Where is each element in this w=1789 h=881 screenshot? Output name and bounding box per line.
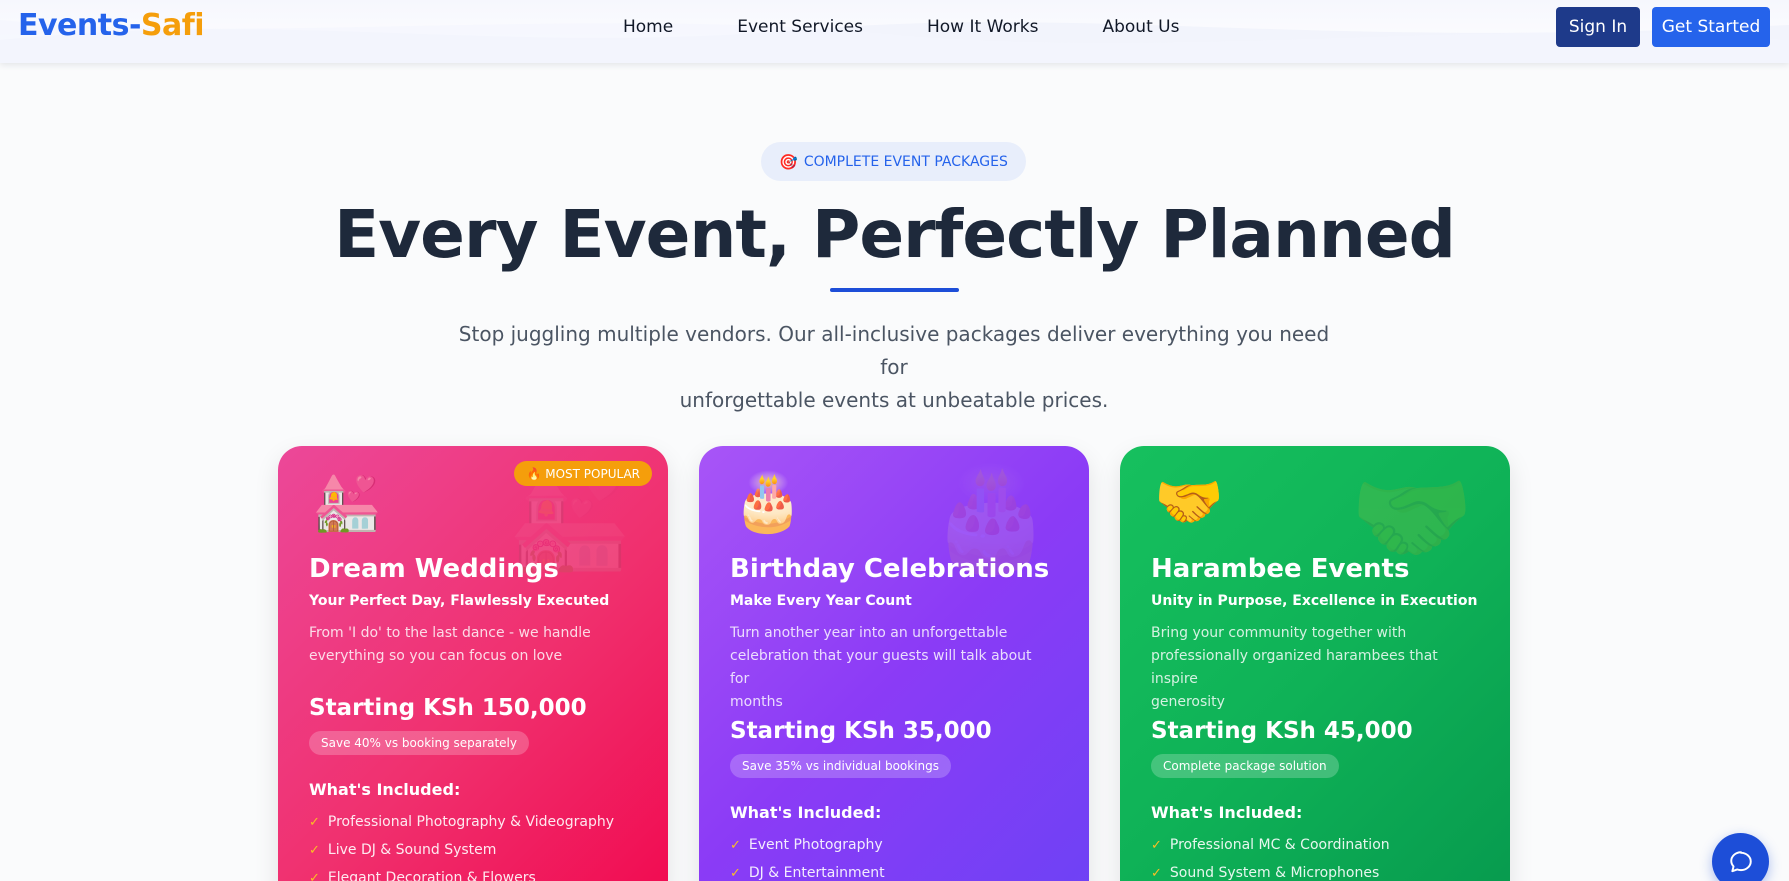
card-description-line-1: From 'I do' to the last dance - we handl… <box>309 625 591 641</box>
card-tagline: Your Perfect Day, Flawlessly Executed <box>309 593 610 609</box>
hero-subtitle-line-1: Stop juggling multiple vendors. Our all-… <box>458 322 1330 379</box>
card-price: Starting KSh 45,000 <box>1151 718 1413 744</box>
list-item-label: Professional MC & Coordination <box>1169 837 1390 853</box>
handshake-icon: 🤝 <box>1154 470 1224 533</box>
top-navbar: Events-Safi Home Event Services How It W… <box>0 0 1789 63</box>
card-description-line-1: Bring your community together with <box>1151 625 1407 641</box>
handshake-watermark-icon: 🤝 <box>1349 462 1474 574</box>
chat-button[interactable] <box>1712 833 1769 881</box>
birthday-cake-icon: 🎂 <box>733 470 803 533</box>
card-description: Turn another year into an unforgettable … <box>730 622 1050 714</box>
list-item-label: Elegant Decoration & Flowers <box>327 870 536 881</box>
card-description-line-2: celebration that your guests will talk a… <box>730 648 1032 687</box>
card-description: Bring your community together with profe… <box>1151 622 1471 714</box>
check-icon: ✓ <box>1151 865 1162 881</box>
check-icon: ✓ <box>730 865 741 881</box>
chat-bubble-icon <box>1729 850 1752 872</box>
nav-link-home[interactable]: Home <box>623 17 673 37</box>
list-item: ✓ Sound System & Microphones <box>1151 859 1390 881</box>
card-included-heading: What's Included: <box>1151 803 1303 822</box>
card-description-line-1: Turn another year into an unforgettable <box>730 625 1008 641</box>
list-item: ✓ Professional MC & Coordination <box>1151 831 1390 859</box>
wedding-chapel-icon: 💒 <box>312 470 382 533</box>
get-started-button[interactable]: Get Started <box>1652 7 1770 47</box>
card-tagline: Unity in Purpose, Excellence in Executio… <box>1151 593 1478 609</box>
card-title: Dream Weddings <box>309 554 559 584</box>
check-icon: ✓ <box>309 842 320 858</box>
list-item-label: DJ & Entertainment <box>748 865 885 881</box>
list-item: ✓ Live DJ & Sound System <box>309 836 614 864</box>
card-price: Starting KSh 150,000 <box>309 695 587 721</box>
nav-links: Home Event Services How It Works About U… <box>623 17 1243 37</box>
logo-text-events: Events- <box>18 8 141 43</box>
card-included-list: ✓ Professional MC & Coordination ✓ Sound S… <box>1151 831 1390 881</box>
check-icon: ✓ <box>309 870 320 881</box>
package-card-weddings[interactable]: 💒 🔥 MOST POPULAR 💒 Dream Weddings Your P… <box>278 446 668 881</box>
page-title: Every Event, Perfectly Planned <box>334 196 1456 273</box>
card-tagline: Make Every Year Count <box>730 593 912 609</box>
title-underline <box>830 288 959 292</box>
card-included-heading: What's Included: <box>730 803 882 822</box>
list-item: ✓ Event Photography <box>730 831 885 859</box>
sign-in-button[interactable]: Sign In <box>1556 7 1640 47</box>
card-included-heading: What's Included: <box>309 780 461 799</box>
list-item: ✓ Professional Photography & Videography <box>309 808 614 836</box>
list-item-label: Sound System & Microphones <box>1169 865 1380 881</box>
nav-link-event-services[interactable]: Event Services <box>737 17 863 37</box>
card-description-line-3: months <box>730 694 783 710</box>
package-card-birthdays[interactable]: 🎂 🎂 Birthday Celebrations Make Every Yea… <box>699 446 1089 881</box>
brand-logo[interactable]: Events-Safi <box>18 8 205 43</box>
hero-subtitle: Stop juggling multiple vendors. Our all-… <box>444 318 1344 417</box>
hero-subtitle-line-2: unforgettable events at unbeatable price… <box>679 388 1109 412</box>
card-included-list: ✓ Professional Photography & Videography … <box>309 808 614 881</box>
card-title: Birthday Celebrations <box>730 554 1050 584</box>
check-icon: ✓ <box>1151 837 1162 853</box>
card-savings-badge: Save 40% vs booking separately <box>309 731 529 755</box>
section-badge: 🎯 COMPLETE EVENT PACKAGES <box>761 142 1026 181</box>
card-savings-badge: Complete package solution <box>1151 754 1339 778</box>
target-icon: 🎯 <box>779 152 798 171</box>
card-description: From 'I do' to the last dance - we handl… <box>309 622 629 668</box>
list-item-label: Professional Photography & Videography <box>327 814 615 830</box>
card-savings-badge: Save 35% vs individual bookings <box>730 754 952 778</box>
card-price: Starting KSh 35,000 <box>730 718 992 744</box>
logo-text-safi: Safi <box>140 8 205 43</box>
list-item-label: Live DJ & Sound System <box>327 842 497 858</box>
nav-link-about-us[interactable]: About Us <box>1102 17 1179 37</box>
card-description-line-2: everything so you can focus on love <box>309 648 563 664</box>
nav-link-how-it-works[interactable]: How It Works <box>927 17 1038 37</box>
birthday-cake-watermark-icon: 🎂 <box>928 462 1053 574</box>
list-item-label: Event Photography <box>748 837 883 853</box>
most-popular-badge: 🔥 MOST POPULAR <box>514 461 652 486</box>
card-title: Harambee Events <box>1151 554 1410 584</box>
check-icon: ✓ <box>730 837 741 853</box>
card-description-line-3: generosity <box>1151 694 1225 710</box>
section-badge-label: COMPLETE EVENT PACKAGES <box>803 153 1008 170</box>
card-included-list: ✓ Event Photography ✓ DJ & Entertainment <box>730 831 885 881</box>
check-icon: ✓ <box>309 814 320 830</box>
card-description-line-2: professionally organized harambees that … <box>1151 648 1438 687</box>
list-item: ✓ Elegant Decoration & Flowers <box>309 864 614 881</box>
package-card-harambee[interactable]: 🤝 🤝 Harambee Events Unity in Purpose, Ex… <box>1120 446 1510 881</box>
list-item: ✓ DJ & Entertainment <box>730 859 885 881</box>
